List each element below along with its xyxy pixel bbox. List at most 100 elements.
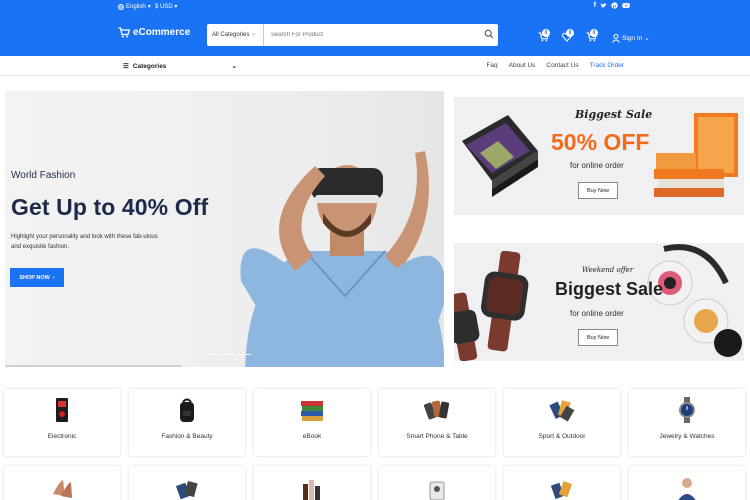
person-icon	[678, 478, 696, 500]
chevron-down-icon: ▾	[147, 4, 151, 10]
category-card-electronic[interactable]: Electronic	[4, 389, 120, 456]
sign-in-button[interactable]: Sign In ⌄	[612, 32, 650, 44]
headphones-image	[647, 244, 742, 357]
slider-dot[interactable]	[222, 353, 235, 355]
category-card[interactable]	[629, 466, 745, 500]
language-label: English	[126, 3, 146, 10]
cosmetics-icon	[303, 480, 320, 500]
top-bar: English ▾ $ USD ▾ f p	[0, 0, 750, 14]
main-nav: ☰ Categories ⌄ Faq About Us Contact Us T…	[0, 56, 750, 76]
category-card-ebook[interactable]: eBook	[254, 389, 370, 456]
user-icon	[612, 33, 620, 43]
category-card[interactable]	[504, 466, 620, 500]
category-card-jewelry-watches[interactable]: Jewelry & Watches	[629, 389, 745, 456]
cart-logo-icon	[118, 27, 130, 38]
vr-headset-man-image	[240, 151, 444, 367]
category-label: Jewelry & Watches	[659, 433, 715, 440]
appliance-icon	[429, 481, 445, 500]
hero-description: Highlight your personality and look with…	[11, 234, 158, 250]
category-card[interactable]	[4, 466, 120, 500]
nav-link-track-order[interactable]: Track Order	[590, 62, 624, 69]
svg-text:p: p	[613, 4, 616, 9]
nav-links: Faq About Us Contact Us Track Order	[486, 62, 624, 69]
search-bar: All Categories ⌄	[207, 24, 498, 46]
language-selector[interactable]: English ▾	[118, 3, 151, 10]
category-label: eBook	[302, 433, 322, 440]
category-label: Smart Phone & Table	[406, 433, 468, 440]
category-label: Sport & Outdoor	[538, 433, 586, 440]
search-input[interactable]	[264, 24, 474, 46]
hero-slider: World Fashion Get Up to 40% Off Highligh…	[5, 91, 444, 367]
logo-text: eCommerce	[133, 27, 191, 38]
shop-now-button[interactable]: SHOP NOW ›	[10, 268, 64, 287]
compare-button[interactable]: 0	[586, 29, 600, 44]
category-card-fashion-beauty[interactable]: Fashion & Beauty	[129, 389, 245, 456]
hero-title: Get Up to 40% Off	[11, 194, 209, 220]
orange-books-image	[654, 113, 738, 197]
sport-icon	[549, 400, 575, 422]
wishlist-count-badge: 0	[566, 29, 574, 37]
slider-dot[interactable]	[206, 353, 219, 355]
buy-now-button[interactable]: Buy Now	[578, 329, 618, 346]
chevron-down-icon: ⌄	[231, 63, 237, 70]
backpack-icon	[180, 398, 194, 422]
currency-selector[interactable]: $ USD ▾	[155, 3, 177, 10]
header-actions: 0 0 0 Sign In ⌄	[538, 29, 650, 44]
search-category-select[interactable]: All Categories ⌄	[207, 24, 264, 46]
watch-icon	[679, 397, 695, 423]
hero-subtitle: World Fashion	[11, 170, 76, 181]
category-card[interactable]	[129, 466, 245, 500]
smartwatch-image	[454, 251, 529, 361]
cart-button[interactable]: 0	[538, 29, 552, 44]
slider-progress-bar	[5, 365, 182, 367]
cart-count-badge: 0	[542, 29, 550, 37]
chevron-down-icon: ▾	[174, 4, 178, 10]
banner-script-text: Biggest Sale	[575, 108, 653, 121]
banner-script-text: Weekend offer	[582, 266, 634, 274]
menu-icon: ☰	[123, 63, 129, 70]
promo-banner-gadgets[interactable]: Weekend offer Biggest Sale for online or…	[454, 243, 744, 361]
banner-subtext: for online order	[570, 309, 624, 318]
buy-now-label: Buy Now	[586, 187, 609, 194]
categories-label: Categories	[132, 62, 167, 70]
categories-dropdown[interactable]: ☰ Categories ⌄	[123, 62, 237, 71]
phones-icon	[424, 400, 450, 420]
pinterest-icon[interactable]: p	[611, 2, 618, 11]
chevron-right-icon: ›	[52, 274, 55, 281]
search-category-label: All Categories	[212, 32, 250, 38]
buy-now-button[interactable]: Buy Now	[578, 182, 618, 199]
twitter-icon[interactable]	[600, 2, 607, 11]
currency-label: $ USD	[155, 4, 173, 10]
site-header: eCommerce All Categories ⌄ 0 0 0 Sign In…	[0, 14, 750, 56]
nav-link-contact-us[interactable]: Contact Us	[546, 62, 578, 69]
clothing-icon	[175, 480, 198, 500]
sport-gear-icon	[550, 481, 573, 499]
slider-dot[interactable]	[238, 353, 251, 355]
promo-banner-books[interactable]: Biggest Sale 50% OFF for online order Bu…	[454, 97, 744, 215]
search-icon[interactable]	[484, 29, 494, 39]
facebook-icon[interactable]: f	[594, 2, 596, 11]
high-heels-icon	[53, 480, 72, 498]
chevron-down-icon: ⌄	[644, 35, 650, 42]
category-card-smart-phone[interactable]: Smart Phone & Table	[379, 389, 495, 456]
compare-count-badge: 0	[590, 29, 598, 37]
social-links: f p	[594, 2, 630, 11]
youtube-icon[interactable]	[622, 2, 630, 11]
sign-in-label: Sign In	[622, 34, 643, 42]
nav-link-faq[interactable]: Faq	[486, 62, 497, 69]
chevron-down-icon: ⌄	[250, 31, 256, 37]
pc-case-icon	[56, 398, 68, 422]
nav-link-about-us[interactable]: About Us	[509, 62, 536, 69]
wishlist-button[interactable]: 0	[562, 29, 576, 44]
banner-headline: 50% OFF	[551, 129, 650, 155]
site-logo[interactable]: eCommerce	[118, 27, 190, 38]
books-icon	[301, 401, 323, 421]
buy-now-label: Buy Now	[586, 334, 609, 341]
banner-subtext: for online order	[570, 161, 624, 170]
category-card[interactable]	[254, 466, 370, 500]
category-card-sport-outdoor[interactable]: Sport & Outdoor	[504, 389, 620, 456]
category-label: Electronic	[47, 433, 77, 440]
globe-icon	[118, 3, 124, 10]
books-image	[462, 115, 538, 197]
category-card[interactable]	[379, 466, 495, 500]
